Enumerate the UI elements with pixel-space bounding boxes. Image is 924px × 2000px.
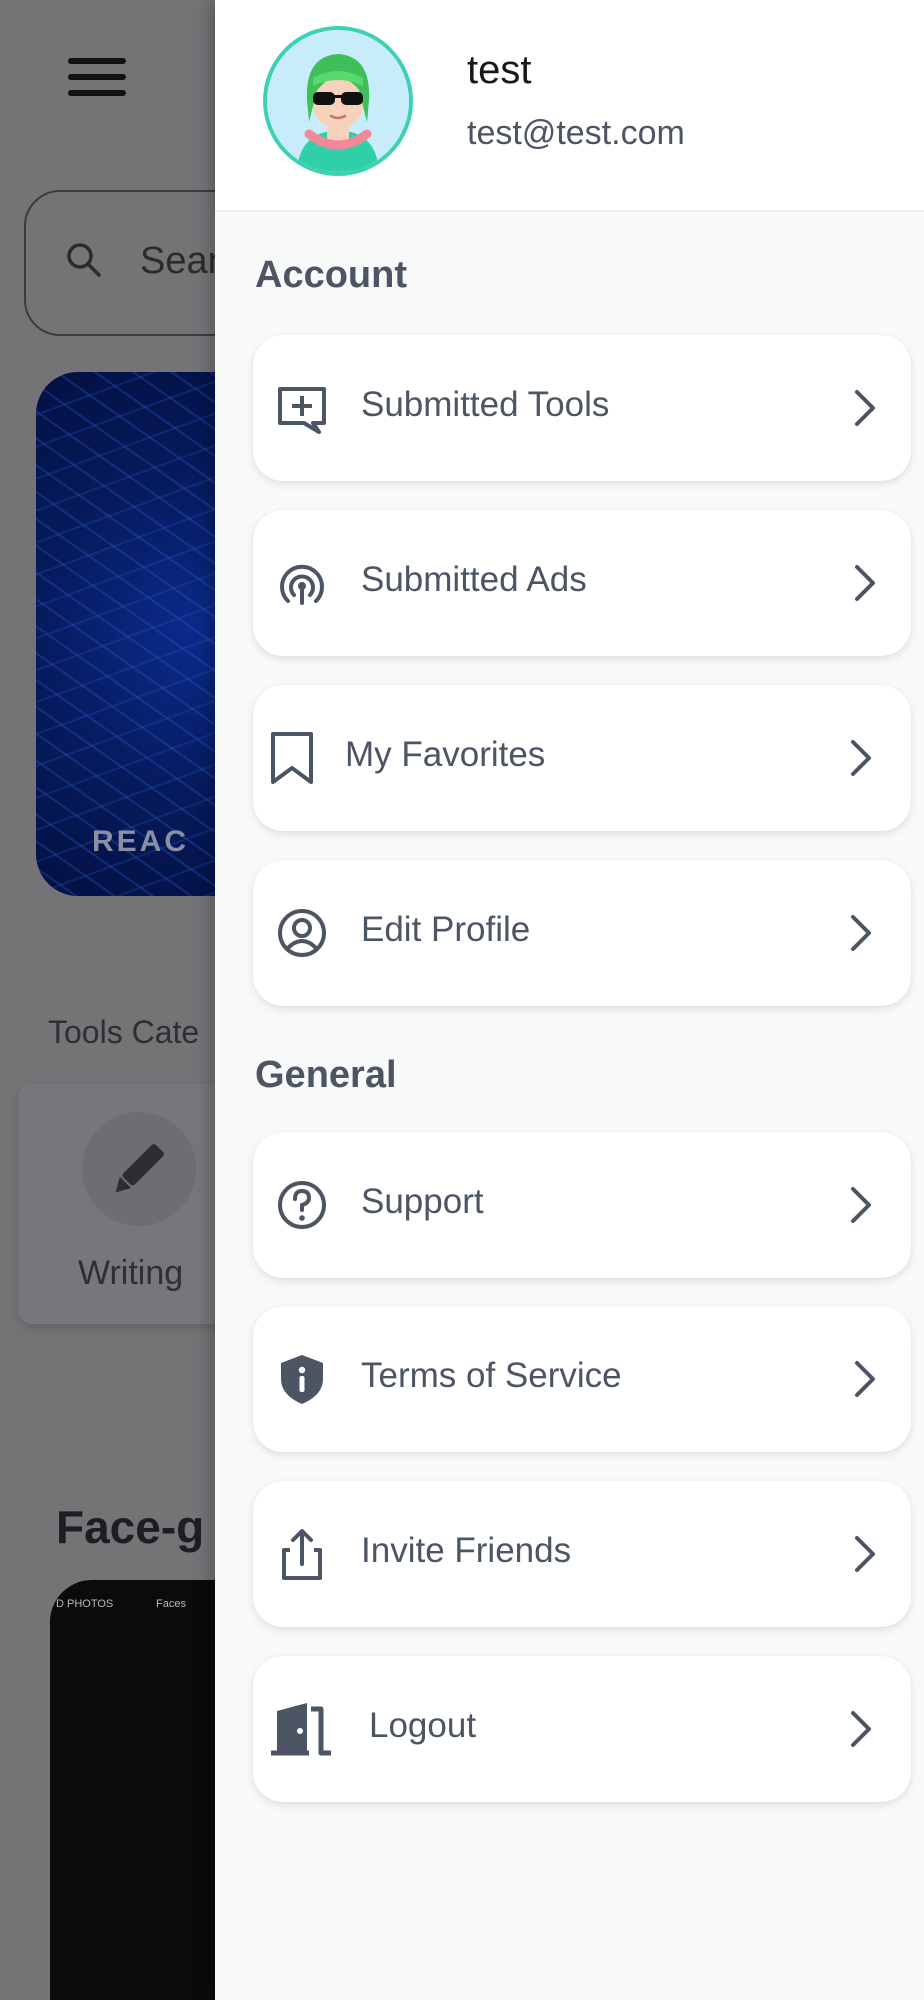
user-circle-icon — [278, 909, 326, 957]
chevron-right-icon — [851, 740, 871, 776]
section-title-general: General — [255, 1054, 397, 1096]
pencil-icon — [82, 1112, 196, 1226]
user-email: test@test.com — [467, 114, 685, 152]
shield-info-icon — [281, 1355, 323, 1404]
search-placeholder: Sear — [140, 240, 221, 282]
chevron-right-icon — [855, 565, 875, 601]
share-icon — [282, 1529, 322, 1580]
menu-item-my-favorites[interactable]: My Favorites — [253, 685, 911, 831]
menu-item-label: Terms of Service — [361, 1356, 622, 1395]
broadcast-icon — [280, 564, 324, 605]
chevron-right-icon — [855, 1536, 875, 1572]
door-exit-icon — [271, 1703, 331, 1756]
menu-item-label: Support — [361, 1182, 484, 1221]
menu-item-submitted-tools[interactable]: Submitted Tools — [253, 335, 911, 481]
menu-item-label: Submitted Tools — [361, 385, 610, 424]
section-heading: Face-g — [56, 1501, 205, 1553]
video-label: D PHOTOS — [56, 1598, 114, 1610]
help-circle-icon — [278, 1181, 326, 1229]
bookmark-icon — [271, 732, 313, 784]
video-label: Faces — [156, 1598, 186, 1610]
add-comment-icon — [278, 387, 326, 434]
menu-item-terms-of-service[interactable]: Terms of Service — [253, 1306, 911, 1452]
menu-item-invite-friends[interactable]: Invite Friends — [253, 1481, 911, 1627]
chevron-right-icon — [851, 915, 871, 951]
avatar[interactable] — [263, 26, 413, 176]
chevron-right-icon — [851, 1187, 871, 1223]
chevron-right-icon — [851, 1711, 871, 1747]
section-title-account: Account — [255, 254, 407, 296]
chevron-right-icon — [855, 390, 875, 426]
navigation-drawer: test test@test.com Account Submitted Too… — [215, 0, 924, 2000]
menu-icon[interactable] — [68, 58, 126, 102]
avatar-illustration — [267, 30, 409, 172]
menu-item-label: Logout — [369, 1706, 477, 1745]
menu-item-support[interactable]: Support — [253, 1132, 911, 1278]
user-name: test — [467, 48, 532, 92]
menu-item-logout[interactable]: Logout — [253, 1656, 911, 1802]
category-label: Writing — [78, 1254, 184, 1292]
search-icon — [67, 243, 101, 277]
banner-text: REAC — [92, 825, 190, 858]
chevron-right-icon — [855, 1361, 875, 1397]
tools-categories-label: Tools Cate — [48, 1014, 200, 1050]
menu-item-label: My Favorites — [345, 735, 546, 774]
menu-item-label: Invite Friends — [361, 1531, 572, 1570]
menu-item-label: Submitted Ads — [361, 560, 587, 599]
menu-item-label: Edit Profile — [361, 910, 531, 949]
profile-header: test test@test.com — [215, 0, 924, 212]
menu-item-edit-profile[interactable]: Edit Profile — [253, 860, 911, 1006]
menu-item-submitted-ads[interactable]: Submitted Ads — [253, 510, 911, 656]
